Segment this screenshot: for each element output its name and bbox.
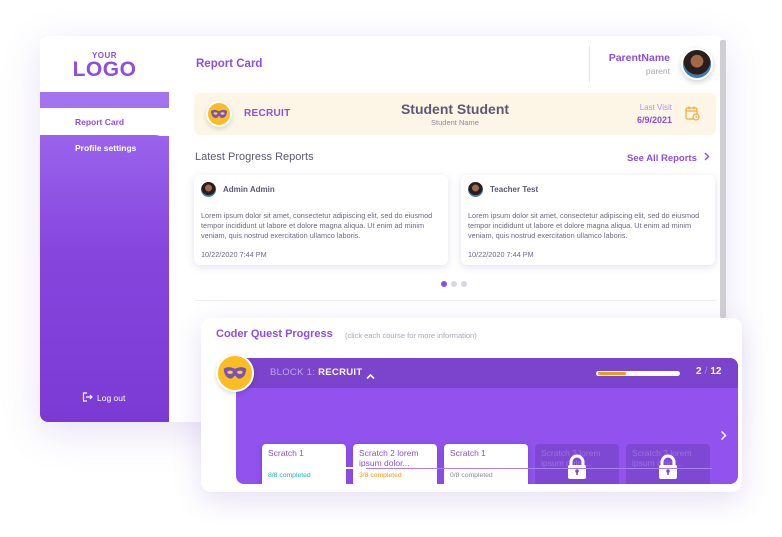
user-avatar[interactable] — [681, 48, 713, 80]
author-avatar — [468, 182, 483, 197]
user-role: parent — [645, 66, 670, 76]
chevron-right-icon[interactable] — [720, 428, 727, 446]
header-divider — [589, 46, 590, 82]
coder-quest-title: Coder Quest Progress — [216, 328, 333, 340]
course-status: 8/8 completed — [268, 472, 311, 479]
block-rank-badge — [216, 354, 254, 392]
report-author: Teacher Test — [490, 185, 539, 194]
course-title: Scratch 1 — [268, 448, 304, 458]
section-divider — [194, 300, 716, 301]
block-panel: BLOCK 1: RECRUIT 2/12 Scratch 1 8/8 comp… — [236, 358, 738, 484]
pagination-dot[interactable] — [441, 281, 447, 287]
sidebar-background-lower — [40, 135, 169, 422]
progress-reports-title: Latest Progress Reports — [195, 151, 314, 163]
logo[interactable]: YOUR LOGO — [40, 36, 169, 92]
carousel-pagination — [441, 281, 467, 287]
student-banner: RECRUIT Student Student Student Name Las… — [194, 93, 716, 135]
sidebar-item-profile-settings[interactable]: Profile settings — [75, 143, 136, 153]
course-card[interactable]: Scratch 1 8/8 completed — [262, 444, 346, 484]
coder-quest-hint: (click each course for more information) — [345, 331, 477, 340]
course-card-locked[interactable]: Scratch 2 lorem ipsum dolor... — [535, 444, 619, 484]
lock-icon — [657, 454, 679, 484]
report-body: Lorem ipsum dolor sit amet, consectetur … — [201, 211, 433, 240]
chevron-up-icon[interactable] — [366, 367, 375, 385]
block-completed: 2 — [696, 366, 702, 377]
block-count: 2/12 — [696, 366, 721, 377]
report-timestamp: 10/22/2020 7:44 PM — [201, 250, 267, 259]
calendar-icon — [685, 106, 700, 126]
course-status: 0/8 completed — [450, 472, 493, 479]
logout-label: Log out — [97, 393, 126, 403]
course-title: Scratch 2 lorem ipsum dolor... — [359, 448, 419, 468]
coder-quest-panel: Coder Quest Progress (click each course … — [201, 318, 742, 492]
see-all-reports-link[interactable]: See All Reports — [627, 152, 710, 164]
report-card[interactable]: Admin Admin Lorem ipsum dolor sit amet, … — [194, 175, 448, 265]
logout-icon — [82, 392, 93, 404]
report-timestamp: 10/22/2020 7:44 PM — [468, 250, 534, 259]
last-visit-date: 6/9/2021 — [636, 115, 672, 125]
report-body: Lorem ipsum dolor sit amet, consectetur … — [468, 211, 700, 240]
course-status: 3/8 completed — [359, 472, 402, 479]
block-label: BLOCK 1: RECRUIT — [270, 367, 362, 378]
logo-main-text: LOGO — [72, 58, 137, 81]
report-author: Admin Admin — [223, 185, 275, 194]
course-card[interactable]: Scratch 1 0/8 completed — [444, 444, 528, 484]
block-prefix: BLOCK 1: — [270, 367, 316, 378]
sidebar: YOUR LOGO Report Card Profile settings L… — [40, 36, 169, 422]
course-scrollbar[interactable] — [262, 467, 712, 469]
last-visit-label: Last Visit — [639, 103, 672, 112]
block-progress-fill — [598, 372, 626, 375]
logout-button[interactable]: Log out — [82, 392, 125, 404]
see-all-reports-label: See All Reports — [627, 152, 697, 164]
author-avatar — [201, 182, 216, 197]
course-scrollbar-thumb[interactable] — [262, 467, 366, 469]
block-header[interactable]: BLOCK 1: RECRUIT 2/12 — [236, 358, 738, 388]
sidebar-item-report-card[interactable]: Report Card — [61, 109, 169, 135]
report-card[interactable]: Teacher Test Lorem ipsum dolor sit amet,… — [461, 175, 715, 265]
lock-icon — [566, 454, 588, 484]
main-scrollbar[interactable] — [720, 40, 726, 318]
block-count-separator: / — [704, 366, 708, 377]
block-total: 12 — [710, 366, 722, 377]
block-name: RECRUIT — [318, 367, 363, 378]
mask-icon — [223, 367, 247, 379]
pagination-dot[interactable] — [451, 281, 457, 287]
pagination-dot[interactable] — [461, 281, 467, 287]
course-title: Scratch 1 — [450, 448, 486, 458]
sidebar-decoration — [40, 92, 168, 108]
page-title: Report Card — [196, 58, 263, 70]
course-card[interactable]: Scratch 2 lorem ipsum dolor... 3/8 compl… — [353, 444, 437, 484]
chevron-right-icon — [704, 152, 710, 164]
course-card-locked[interactable]: Scratch 2 lorem ipsum dolor... — [626, 444, 710, 484]
block-progress-bar — [596, 371, 680, 376]
user-name[interactable]: ParentName — [609, 52, 670, 64]
